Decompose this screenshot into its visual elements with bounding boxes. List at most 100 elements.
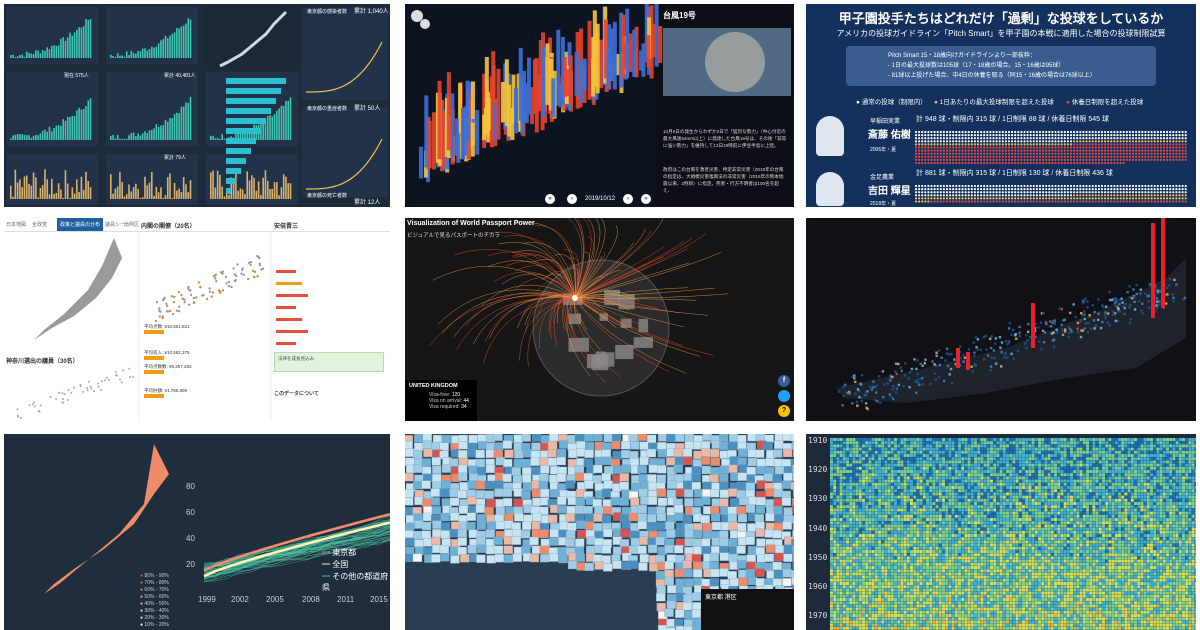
pitch-dot [1057, 161, 1060, 165]
pitch-dot [1119, 191, 1122, 194]
heatmap-cell [1134, 460, 1137, 464]
facebook-icon[interactable]: f [778, 375, 790, 387]
heatmap-cell [916, 470, 920, 473]
pitch-dot [1038, 140, 1042, 143]
pitch-dot [1045, 152, 1048, 155]
tab-map[interactable]: 日本地図 [6, 221, 26, 228]
heatmap-cell [1118, 470, 1121, 473]
tile-municipality-map[interactable]: 東京都 港区 [405, 434, 794, 630]
bar [289, 183, 292, 199]
pitch-dot [1048, 194, 1051, 197]
tab-policy[interactable]: 政策と議員の分布 [57, 218, 104, 231]
tile-trend-chart[interactable]: 80 60 40 20 1999 2002 2005 2008 2011 201… [4, 434, 390, 630]
pitch-dot [1147, 130, 1150, 134]
heatmap-cell [852, 444, 856, 448]
heatmap-cell [894, 441, 897, 445]
heatmap-cell [1086, 447, 1089, 451]
pitch-dot [1181, 134, 1184, 137]
tile-diet-members[interactable]: 日本地図 全政党 政策と議員の分布 議員シート 比例区 内閣の閣僚（20名） 神… [4, 218, 390, 421]
pitch-dot [1135, 146, 1138, 149]
heatmap-cell [871, 438, 875, 441]
municipality [755, 449, 765, 458]
population-cell [842, 385, 845, 388]
scatter-point [28, 404, 31, 407]
pitch-dot [1029, 130, 1032, 134]
heatmap-cell [1146, 447, 1150, 451]
municipality [792, 448, 794, 458]
municipality [504, 529, 514, 538]
next-button[interactable]: › [623, 194, 633, 204]
panel-value-79: 累計 79人 [164, 155, 186, 161]
heatmap-cell [1146, 454, 1150, 457]
heatmap-cell [961, 460, 965, 464]
population-cell [910, 367, 914, 371]
pitch-dot [1073, 197, 1076, 200]
fast-forward-button[interactable]: » [641, 194, 651, 204]
tab-pr[interactable]: 比例区 [124, 221, 139, 228]
data-column [431, 112, 436, 170]
pitch-dot [1076, 184, 1079, 188]
rewind-button[interactable]: « [545, 194, 555, 204]
pitch-dot [1038, 188, 1042, 191]
heatmap-cell [855, 450, 859, 454]
heatmap-cell [932, 450, 936, 454]
tile-koshien[interactable]: 甲子園投手たちはどれだけ「過剰」な投球をしているか アメリカの投球ガイドライン「… [806, 4, 1196, 207]
pitch-dot [1082, 137, 1085, 140]
heatmap-cell [1143, 454, 1147, 457]
municipality [405, 553, 414, 562]
tile-passport[interactable]: Visualization of World Passport Power ビジ… [405, 218, 794, 421]
xtick-label: 2011 [337, 595, 355, 604]
tile-heatmap[interactable]: 1910 1920 1930 1940 1950 1960 1970 [806, 434, 1196, 630]
landmass [568, 313, 582, 325]
pitch-dot [1159, 188, 1162, 191]
pitch-dot [1017, 143, 1020, 146]
pitch-dot [945, 158, 949, 161]
pitch-dot [1032, 149, 1035, 152]
pitch-dot [1057, 134, 1060, 137]
municipality [736, 506, 746, 515]
pitch-dot [1159, 184, 1162, 188]
pitch-dot [1048, 155, 1051, 158]
municipality [746, 474, 756, 483]
heatmap-cell [1095, 438, 1099, 441]
typhoon-card-title: 台風19号 [663, 11, 696, 20]
pitch-dot [973, 130, 976, 134]
heatmap-cell [922, 460, 926, 464]
population-cell [985, 348, 988, 351]
bar [69, 197, 71, 199]
population-cell [967, 348, 971, 351]
xtick-label: 2005 [266, 595, 284, 604]
bar [135, 183, 137, 199]
tile-typhoon[interactable]: 台風19号 10月6日の発生からわずか2日で「猛烈な勢力」（中心付近の最大風速5… [405, 4, 794, 207]
municipality [728, 553, 739, 563]
xtick-label: 2002 [231, 595, 249, 604]
data-column [587, 20, 592, 100]
bar [16, 182, 19, 199]
pitch-dot [1038, 155, 1042, 158]
heatmap-cell [1092, 463, 1096, 467]
twitter-icon[interactable] [778, 390, 790, 402]
municipality [458, 464, 468, 474]
prev-button[interactable]: ‹ [567, 194, 577, 204]
municipality [432, 520, 442, 529]
pitch-dot [1029, 161, 1032, 165]
pitch-dot [1156, 149, 1159, 152]
tile-covid-dashboard[interactable]: 東京都の感染者数 累計 1,040人 現在 575人 累計 40,481人 東京… [4, 4, 390, 207]
heatmap-cell [900, 466, 904, 470]
pitch-dot [924, 152, 927, 155]
bar [223, 138, 226, 140]
pitch-dot [1001, 184, 1004, 188]
tile-japan-3d[interactable] [806, 218, 1196, 421]
municipality [727, 506, 737, 515]
help-icon[interactable]: ? [778, 405, 790, 417]
pitch-dot [1011, 130, 1014, 134]
population-cell [973, 351, 976, 354]
pitch-dot [927, 146, 930, 149]
bar [169, 173, 171, 199]
heatmap-cell [1092, 466, 1096, 470]
scatter-point [37, 410, 40, 413]
pitch-dot [1184, 200, 1187, 203]
pitch-dot [1066, 158, 1069, 161]
tab-parties[interactable]: 全政党 [32, 221, 47, 228]
municipality [485, 449, 495, 459]
